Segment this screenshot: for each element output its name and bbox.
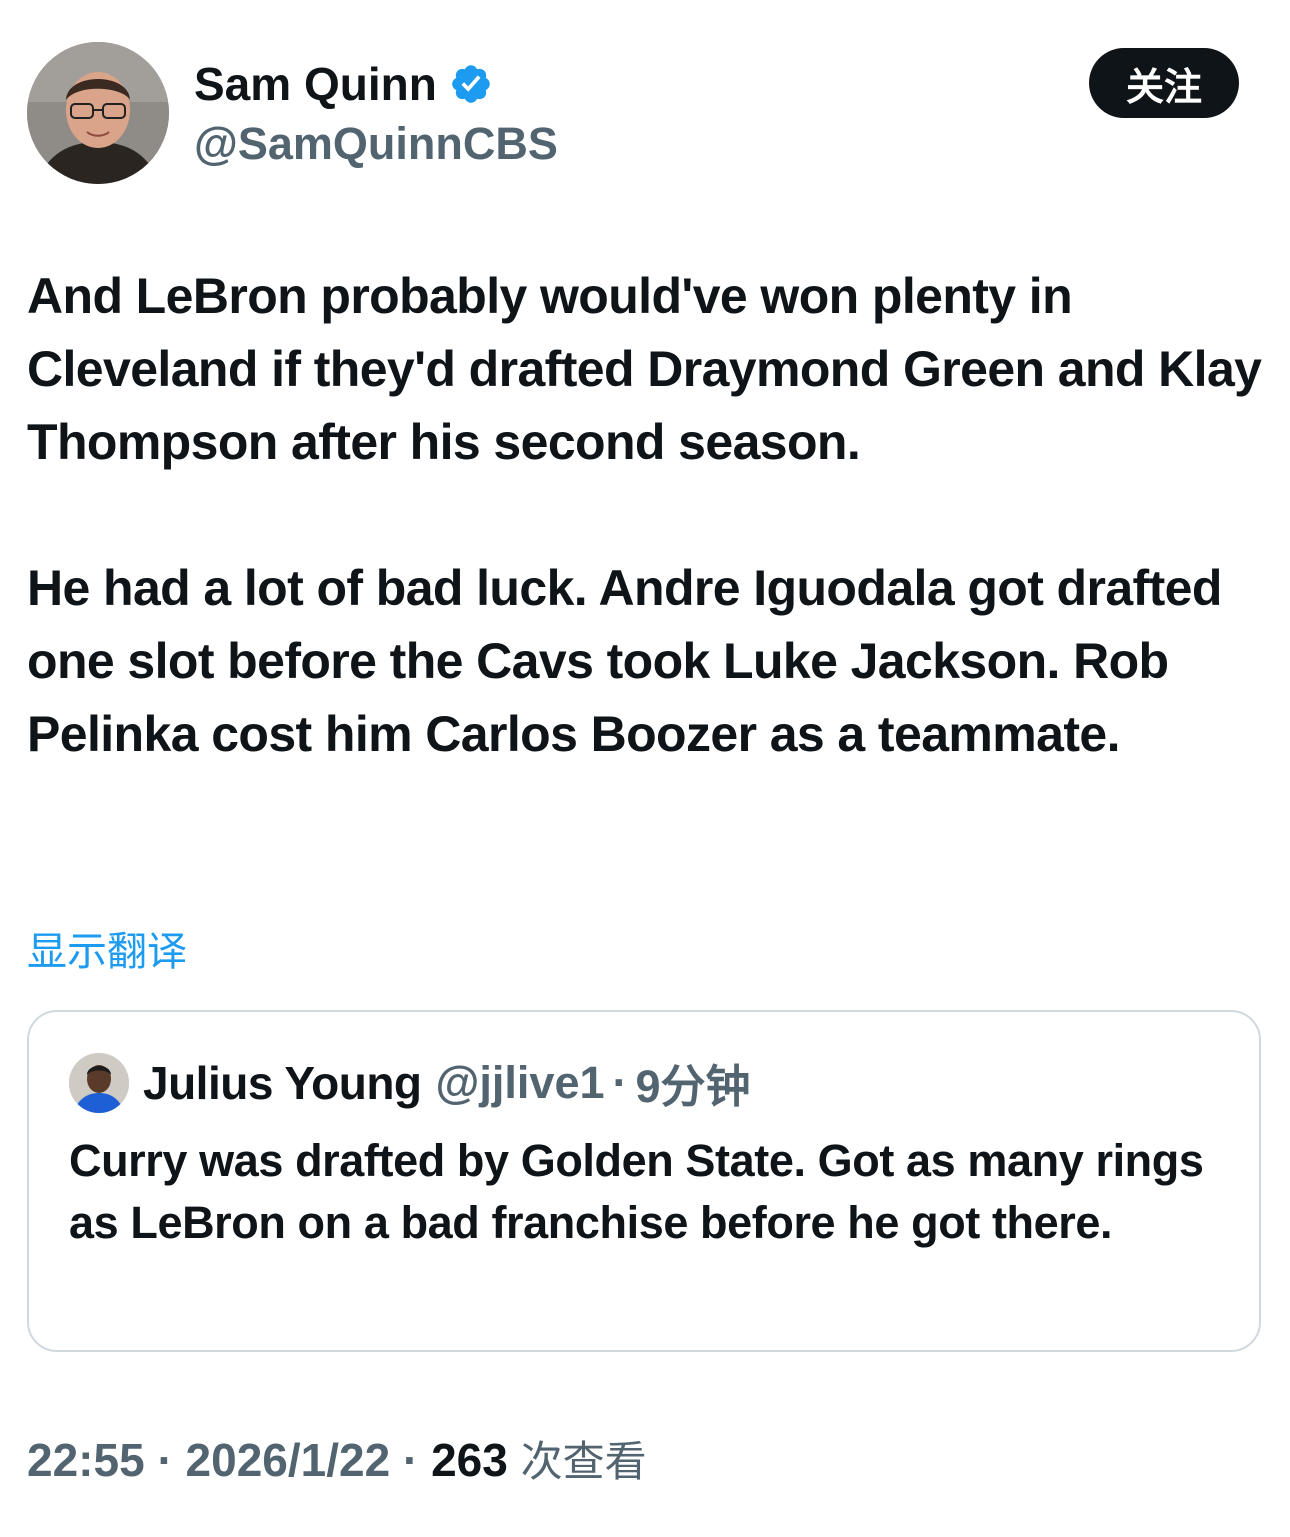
quoted-author-name: Julius Young [143,1056,422,1109]
views-count: 263 [431,1434,508,1486]
tweet-paragraph: And LeBron probably would've won plenty … [27,268,1262,470]
quoted-tweet-time: 9分钟 [635,1061,751,1112]
quoted-tweet-text: Curry was drafted by Golden State. Got a… [69,1135,1204,1248]
separator-dot: · [157,1434,173,1486]
quoted-tweet-card[interactable]: Julius Young @jjlive1 · 9分钟 Curry was dr… [27,1010,1261,1352]
quoted-author-avatar-image [69,1052,129,1113]
tweet-text: And LeBron probably would've won plenty … [27,260,1267,844]
verified-badge-icon [449,62,493,106]
tweet-date[interactable]: 2026/1/22 [186,1434,391,1486]
separator-dot: · [402,1434,419,1486]
tweet-paragraph: He had a lot of bad luck. Andre Iguodala… [27,560,1222,762]
tweet-meta: 22:55 · 2026/1/22 · 263 次查看 [27,1428,647,1494]
quoted-tweet-header: Julius Young @jjlive1 · 9分钟 [69,1050,751,1115]
author-display-name[interactable]: Sam Quinn [194,56,493,112]
author-avatar[interactable] [27,42,169,184]
tweet-time[interactable]: 22:55 [27,1434,145,1486]
author-avatar-image [27,42,169,184]
author-name-text: Sam Quinn [194,58,437,110]
separator-dot: · [612,1056,628,1108]
show-translation-link[interactable]: 显示翻译 [27,924,187,980]
views-label: 次查看 [520,1437,647,1486]
quoted-author-avatar [69,1052,129,1113]
quoted-author-handle: @jjlive1 [435,1056,605,1108]
follow-button[interactable]: 关注 [1089,48,1239,118]
author-handle[interactable]: @SamQuinnCBS [194,116,558,172]
